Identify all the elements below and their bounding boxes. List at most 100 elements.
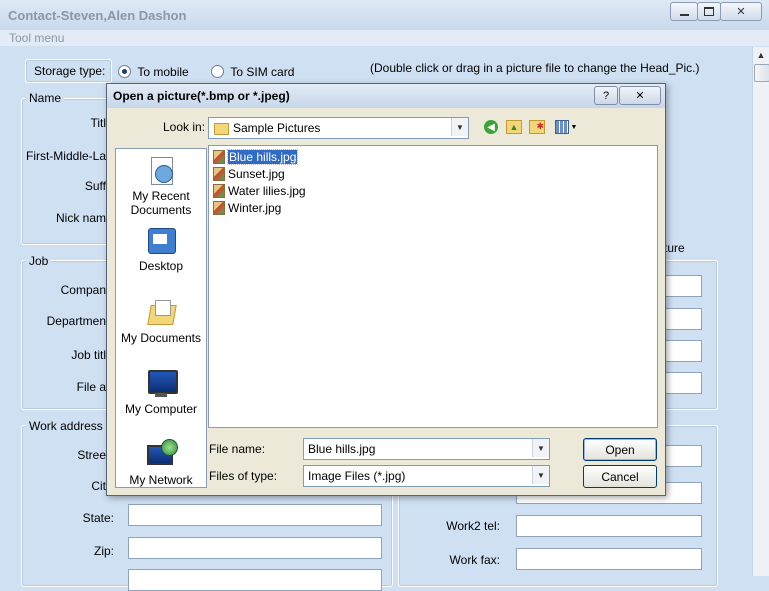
right-field-1[interactable] bbox=[664, 275, 702, 297]
dialog-title: Open a picture(*.bmp or *.jpeg) bbox=[113, 89, 290, 103]
storage-type-label: Storage type: bbox=[34, 64, 106, 78]
chevron-down-icon[interactable]: ▼ bbox=[532, 439, 549, 457]
work2-tel-label: Work2 tel: bbox=[446, 519, 500, 533]
window-title: Contact-Steven,Alen Dashon bbox=[8, 8, 187, 23]
my-computer-icon bbox=[145, 368, 178, 400]
folder-icon bbox=[214, 123, 229, 135]
maximize-icon bbox=[704, 7, 714, 16]
work-fax-input[interactable] bbox=[516, 548, 702, 570]
file-name: Blue hills.jpg bbox=[226, 149, 299, 165]
place-recent-documents[interactable]: My Recent Documents bbox=[116, 155, 206, 217]
jpg-file-icon bbox=[213, 150, 225, 164]
scroll-up-icon[interactable]: ▲ bbox=[753, 47, 769, 63]
address-extra-input[interactable] bbox=[128, 569, 382, 591]
minimize-button[interactable] bbox=[670, 2, 698, 21]
chevron-down-icon[interactable]: ▼ bbox=[532, 466, 549, 484]
menu-bar: Tool menu bbox=[0, 30, 769, 46]
job-group-title: Job bbox=[26, 254, 52, 268]
cancel-button[interactable]: Cancel bbox=[583, 465, 657, 488]
file-name-label: File name: bbox=[209, 442, 266, 456]
radio-to-mobile-label: To mobile bbox=[137, 64, 189, 79]
nick-name-label: Nick nam bbox=[55, 211, 106, 225]
file-type-label: Files of type: bbox=[209, 469, 278, 483]
work2-tel-input[interactable] bbox=[516, 515, 702, 537]
right-field-2[interactable] bbox=[664, 308, 702, 330]
close-icon: ✕ bbox=[736, 6, 746, 18]
first-middle-last-label: First-Middle-La bbox=[25, 149, 106, 163]
list-item[interactable]: Winter.jpg bbox=[213, 200, 281, 216]
dialog-close-button[interactable]: ✕ bbox=[619, 86, 661, 105]
file-name-value: Blue hills.jpg bbox=[308, 442, 376, 456]
jpg-file-icon bbox=[213, 201, 225, 215]
state-input[interactable] bbox=[128, 504, 382, 526]
menu-item-tool[interactable]: Tool menu bbox=[9, 31, 64, 45]
maximize-button[interactable] bbox=[697, 2, 721, 21]
help-icon: ? bbox=[602, 89, 610, 102]
jpg-file-icon bbox=[213, 184, 225, 198]
department-label: Departmen bbox=[46, 314, 106, 328]
dialog-body: Look in: Sample Pictures ▼ ◀ ▲ ✱ ▼ My Re… bbox=[107, 108, 665, 495]
dialog-titlebar[interactable]: Open a picture(*.bmp or *.jpeg) ? ✕ bbox=[107, 84, 665, 108]
main-scrollbar[interactable]: ▲ bbox=[752, 47, 769, 576]
place-my-documents[interactable]: My Documents bbox=[116, 297, 206, 345]
minimize-icon bbox=[679, 13, 689, 16]
picture-label: ture bbox=[664, 241, 685, 255]
radio-to-sim[interactable]: To SIM card bbox=[211, 64, 294, 79]
file-as-label: File a bbox=[76, 380, 106, 394]
look-in-label: Look in: bbox=[163, 120, 206, 134]
place-label: Desktop bbox=[138, 259, 184, 273]
dialog-help-button[interactable]: ? bbox=[594, 86, 618, 105]
radio-off-icon bbox=[211, 65, 224, 79]
look-in-value: Sample Pictures bbox=[233, 121, 321, 135]
view-menu-icon[interactable]: ▼ bbox=[553, 118, 579, 136]
places-bar: My Recent Documents Desktop My Documents… bbox=[115, 148, 207, 488]
state-label: State: bbox=[82, 511, 114, 525]
open-button[interactable]: Open bbox=[583, 438, 657, 461]
file-name: Water lilies.jpg bbox=[228, 184, 306, 198]
file-name: Sunset.jpg bbox=[228, 167, 285, 181]
window-titlebar[interactable]: Contact-Steven,Alen Dashon ✕ bbox=[0, 0, 769, 31]
up-folder-icon[interactable]: ▲ bbox=[505, 118, 523, 136]
close-icon: ✕ bbox=[635, 90, 645, 102]
list-item[interactable]: Blue hills.jpg bbox=[213, 149, 299, 165]
place-label: My Recent Documents bbox=[130, 189, 192, 217]
right-field-4[interactable] bbox=[664, 372, 702, 394]
jpg-file-icon bbox=[213, 167, 225, 181]
right-field-3[interactable] bbox=[664, 340, 702, 362]
place-label: My Network bbox=[129, 473, 193, 487]
title-label: Titl bbox=[90, 116, 106, 130]
list-item[interactable]: Water lilies.jpg bbox=[213, 183, 306, 199]
chevron-down-icon[interactable]: ▼ bbox=[451, 118, 468, 136]
work-address-title: Work address bbox=[26, 419, 106, 433]
new-folder-icon[interactable]: ✱ bbox=[528, 118, 546, 136]
look-in-combo[interactable]: Sample Pictures ▼ bbox=[208, 117, 469, 139]
close-button[interactable]: ✕ bbox=[720, 2, 762, 21]
place-label: My Computer bbox=[124, 402, 198, 416]
city-label: Cit bbox=[91, 479, 106, 493]
name-group-title: Name bbox=[26, 91, 65, 105]
place-my-computer[interactable]: My Computer bbox=[116, 368, 206, 416]
work-fax-label: Work fax: bbox=[449, 553, 500, 567]
back-icon[interactable]: ◀ bbox=[482, 118, 500, 136]
zip-input[interactable] bbox=[128, 537, 382, 559]
suffix-label: Suff bbox=[84, 179, 106, 193]
zip-label: Zip: bbox=[93, 544, 114, 558]
place-desktop[interactable]: Desktop bbox=[116, 225, 206, 273]
open-picture-dialog: Open a picture(*.bmp or *.jpeg) ? ✕ Look… bbox=[106, 83, 666, 496]
my-documents-icon bbox=[145, 297, 177, 329]
radio-to-mobile[interactable]: To mobile bbox=[118, 64, 189, 79]
file-list[interactable]: Blue hills.jpg Sunset.jpg Water lilies.j… bbox=[208, 145, 658, 428]
job-title-label: Job titl bbox=[71, 348, 106, 362]
place-my-network[interactable]: My Network bbox=[116, 439, 206, 487]
list-item[interactable]: Sunset.jpg bbox=[213, 166, 285, 182]
file-name-input[interactable]: Blue hills.jpg ▼ bbox=[303, 438, 550, 460]
desktop-icon bbox=[145, 225, 177, 257]
place-label: My Documents bbox=[120, 331, 202, 345]
storage-type-box: Storage type: bbox=[25, 59, 112, 83]
head-pic-hint: (Double click or drag in a picture file … bbox=[370, 61, 700, 75]
file-type-select[interactable]: Image Files (*.jpg) ▼ bbox=[303, 465, 550, 487]
radio-to-sim-label: To SIM card bbox=[230, 64, 295, 79]
radio-on-icon bbox=[118, 65, 131, 79]
company-label: Compan bbox=[60, 283, 106, 297]
scroll-thumb[interactable] bbox=[754, 64, 769, 82]
